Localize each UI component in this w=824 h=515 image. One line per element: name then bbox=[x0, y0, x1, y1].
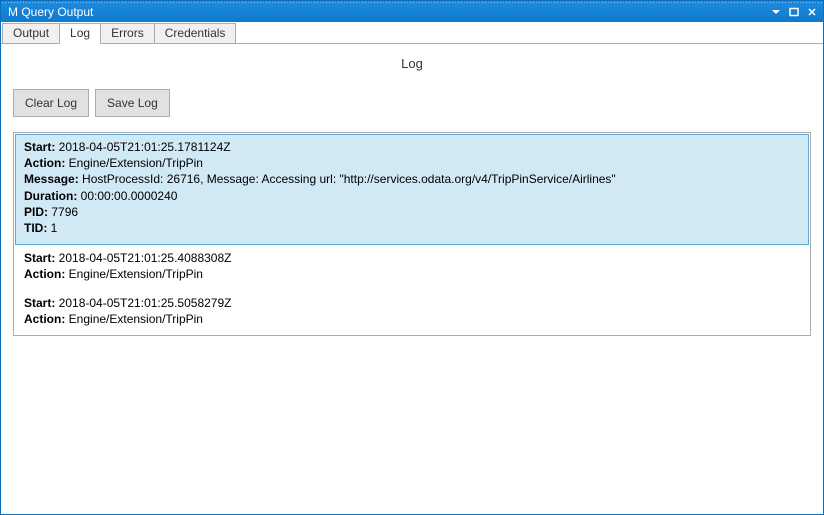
log-label-tid: TID: bbox=[24, 221, 51, 235]
log-label-duration: Duration: bbox=[24, 189, 81, 203]
maximize-icon[interactable] bbox=[787, 5, 801, 19]
clear-log-button[interactable]: Clear Log bbox=[13, 89, 89, 117]
log-duration: 00:00:00.0000240 bbox=[81, 189, 178, 203]
log-action: Engine/Extension/TripPin bbox=[69, 156, 203, 170]
log-container: Start: 2018-04-05T21:01:25.1781124Z Acti… bbox=[13, 132, 811, 336]
log-action: Engine/Extension/TripPin bbox=[69, 267, 203, 281]
log-label-message: Message: bbox=[24, 172, 82, 186]
save-log-button[interactable]: Save Log bbox=[95, 89, 170, 117]
tab-output[interactable]: Output bbox=[2, 23, 60, 43]
log-message: HostProcessId: 26716, Message: Accessing… bbox=[82, 172, 616, 186]
tab-errors[interactable]: Errors bbox=[100, 23, 155, 43]
log-label-action: Action: bbox=[24, 312, 69, 326]
log-pid: 7796 bbox=[51, 205, 78, 219]
log-label-start: Start: bbox=[24, 140, 59, 154]
tab-log[interactable]: Log bbox=[59, 23, 101, 44]
log-label-start: Start: bbox=[24, 296, 59, 310]
window-controls bbox=[769, 5, 819, 19]
tab-bar: Output Log Errors Credentials bbox=[1, 22, 823, 44]
log-start: 2018-04-05T21:01:25.1781124Z bbox=[59, 140, 231, 154]
log-tid: 1 bbox=[51, 221, 58, 235]
dropdown-icon[interactable] bbox=[769, 5, 783, 19]
title-bar: M Query Output bbox=[1, 1, 823, 22]
window-title: M Query Output bbox=[7, 5, 769, 19]
content-heading: Log bbox=[13, 56, 811, 71]
content-area: Log Clear Log Save Log Start: 2018-04-05… bbox=[1, 44, 823, 514]
toolbar: Clear Log Save Log bbox=[13, 89, 811, 117]
log-entry[interactable]: Start: 2018-04-05T21:01:25.5058279Z Acti… bbox=[14, 291, 810, 335]
log-start: 2018-04-05T21:01:25.5058279Z bbox=[59, 296, 232, 310]
close-icon[interactable] bbox=[805, 5, 819, 19]
log-entry[interactable]: Start: 2018-04-05T21:01:25.4088308Z Acti… bbox=[14, 246, 810, 290]
window-frame: M Query Output Output Log Errors Credent… bbox=[0, 0, 824, 515]
tab-credentials[interactable]: Credentials bbox=[154, 23, 237, 43]
log-label-action: Action: bbox=[24, 267, 69, 281]
log-action: Engine/Extension/TripPin bbox=[69, 312, 203, 326]
log-label-pid: PID: bbox=[24, 205, 51, 219]
log-label-start: Start: bbox=[24, 251, 59, 265]
log-start: 2018-04-05T21:01:25.4088308Z bbox=[59, 251, 232, 265]
log-label-action: Action: bbox=[24, 156, 69, 170]
log-entry[interactable]: Start: 2018-04-05T21:01:25.1781124Z Acti… bbox=[15, 134, 809, 245]
